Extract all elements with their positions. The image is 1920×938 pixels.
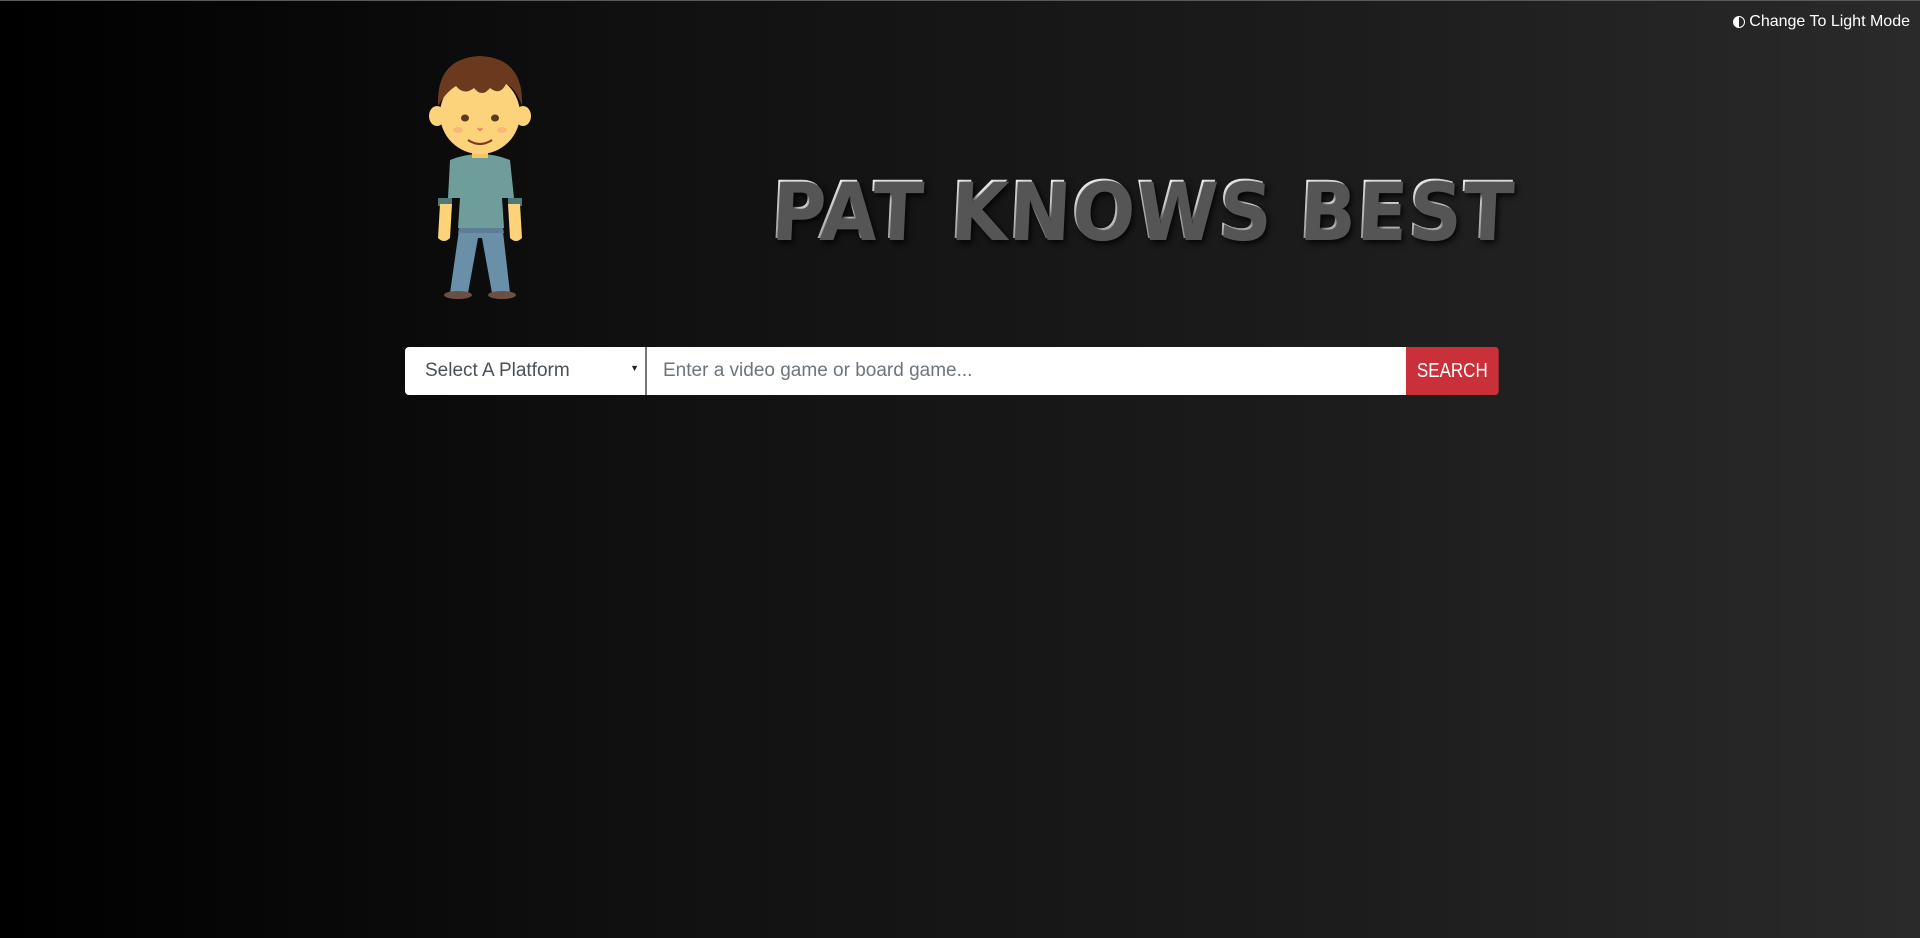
search-button[interactable]: SEARCH xyxy=(1406,347,1499,395)
search-bar: Select A Platform ▼ SEARCH xyxy=(405,347,1515,395)
top-border xyxy=(0,0,1920,1)
platform-select[interactable]: Select A Platform ▼ xyxy=(405,347,647,395)
contrast-icon xyxy=(1733,16,1746,28)
theme-toggle-label: Change To Light Mode xyxy=(1749,13,1910,30)
platform-select-value: Select A Platform xyxy=(425,360,570,381)
site-title: PAT KNOWS BEST xyxy=(767,164,1516,258)
caret-down-icon: ▼ xyxy=(630,363,639,373)
mascot-illustration xyxy=(429,56,531,299)
theme-toggle-link[interactable]: Change To Light Mode xyxy=(1733,13,1910,31)
game-search-input[interactable] xyxy=(647,347,1406,395)
